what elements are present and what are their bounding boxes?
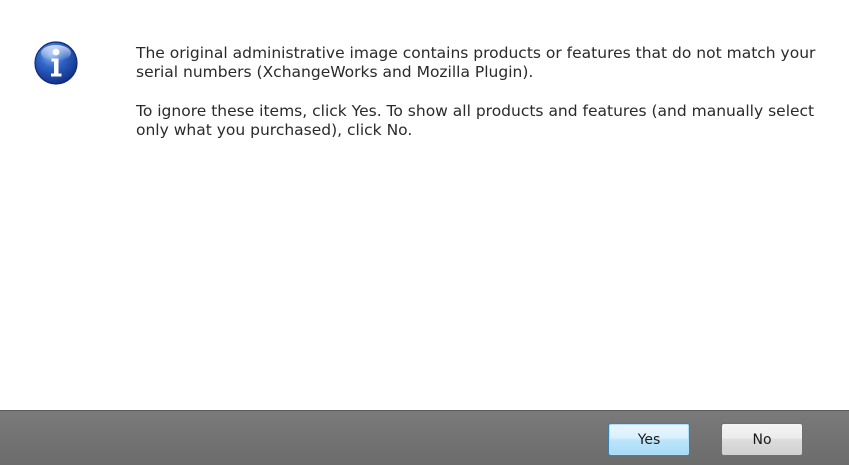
message-dialog: The original administrative image contai… (0, 0, 849, 465)
message-paragraph-1: The original administrative image contai… (136, 44, 816, 81)
dialog-button-bar: Yes No (0, 410, 849, 465)
no-button[interactable]: No (721, 423, 803, 456)
message-paragraph-2: To ignore these items, click Yes. To sho… (136, 102, 815, 139)
yes-button[interactable]: Yes (608, 423, 690, 456)
dialog-content: The original administrative image contai… (0, 0, 849, 410)
dialog-message: The original administrative image contai… (136, 44, 836, 140)
info-icon (34, 41, 78, 85)
